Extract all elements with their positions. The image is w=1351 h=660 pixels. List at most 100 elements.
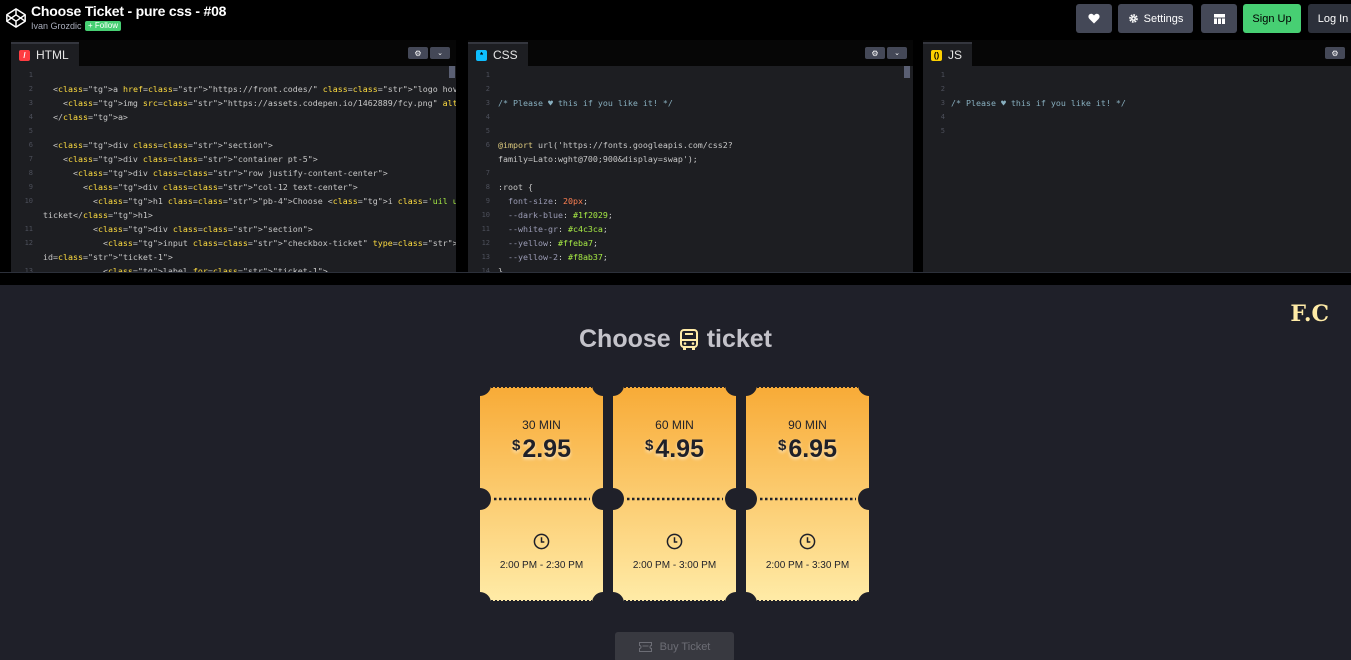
html-icon: / xyxy=(19,49,30,61)
code-line: ticket</class="tg">h1> xyxy=(43,210,153,220)
code-line: @import url('https://fonts.googleapis.co… xyxy=(498,140,733,150)
line-number: 10 xyxy=(481,211,490,219)
line-number: 2 xyxy=(940,85,945,93)
ticket-time-range: 2:00 PM - 2:30 PM xyxy=(499,560,584,571)
ticket-time-range: 2:00 PM - 3:30 PM xyxy=(765,560,850,571)
ticket-price-value: 6.95 xyxy=(788,435,837,463)
html-collapse-button[interactable]: ⌄ xyxy=(430,47,450,59)
line-number: 7 xyxy=(28,155,33,163)
pen-title: Choose Ticket - pure css - #08 xyxy=(31,3,227,19)
code-line: --yellow-2: #f8ab37; xyxy=(508,252,608,262)
code-line: <class="tg">h1 class=class="str">"pb-4">… xyxy=(43,196,456,206)
code-line: <class="tg">div class=class="str">"secti… xyxy=(43,140,273,150)
ticket-duration: 30 MIN xyxy=(522,418,561,432)
line-number: 9 xyxy=(28,183,33,191)
js-settings-button[interactable]: ⚙ xyxy=(1325,47,1345,59)
line-number: 3 xyxy=(28,99,33,107)
js-code[interactable]: 1 2 3 /* Please ♥ this if you like it! */ 4 5 xyxy=(923,66,1351,275)
line-number: 11 xyxy=(24,225,33,233)
js-editor-header: () JS ⚙ xyxy=(923,40,1351,66)
html-settings-button[interactable]: ⚙ xyxy=(408,47,428,59)
line-number: 4 xyxy=(940,113,945,121)
line-number: 1 xyxy=(485,71,490,79)
fc-logo[interactable]: F.C xyxy=(1290,301,1329,327)
html-editor-header: / HTML ⚙ ⌄ xyxy=(11,40,456,66)
line-number: 6 xyxy=(485,141,490,149)
code-line: <class="tg">div class=class="str">"row j… xyxy=(43,168,388,178)
resize-handle[interactable] xyxy=(0,272,1351,285)
ticket-option[interactable]: 90 MIN $6.95 2:00 PM - 3:30 PM xyxy=(746,385,869,603)
js-editor[interactable]: () JS ⚙ 1 2 3 /* Please ♥ this if you like … xyxy=(923,40,1351,275)
html-scrollbar[interactable] xyxy=(449,66,455,78)
editor-panes: / HTML ⚙ ⌄ 12 <class="tg">a href=class="… xyxy=(0,40,1351,275)
ticket-option[interactable]: 60 MIN $4.95 2:00 PM - 3:00 PM xyxy=(613,385,736,603)
line-number: 2 xyxy=(485,85,490,93)
log-in-button[interactable]: Log In xyxy=(1308,4,1351,33)
code-line: <class="tg">div class=class="str">"secti… xyxy=(43,224,313,234)
change-view-button[interactable] xyxy=(1201,4,1237,33)
html-editor[interactable]: / HTML ⚙ ⌄ 1 2 <class="tg">a href=class="… xyxy=(11,40,456,275)
code-line: /* Please ♥ this if you like it! */ xyxy=(498,98,673,108)
code-line: id=class="str">"ticket-1"> xyxy=(43,252,173,262)
ticket-price: $6.95 xyxy=(746,435,869,464)
settings-label: Settings xyxy=(1143,12,1184,25)
tab-js[interactable]: () JS xyxy=(923,42,973,66)
code-line: --yellow: #ffeba7; xyxy=(508,238,598,248)
page-heading: Choose ticket xyxy=(0,325,1351,354)
line-number: 5 xyxy=(485,127,490,135)
heading-text-before: Choose xyxy=(579,325,671,353)
js-icon: () xyxy=(931,49,942,61)
css-editor[interactable]: * CSS ⚙ ⌄ 1 2 3/* Please ♥ this if you lik… xyxy=(468,40,913,275)
code-line: </class="tg">a> xyxy=(43,112,128,122)
sign-up-button[interactable]: Sign Up xyxy=(1243,4,1301,33)
result-preview: F.C Choose ticket 30 MIN $2.95 2:00 PM - 2… xyxy=(0,285,1351,660)
html-code[interactable]: 1 2 <class="tg">a href=class="str">"https… xyxy=(11,66,456,275)
buy-ticket-button[interactable]: Buy Ticket xyxy=(615,632,734,660)
ticket-option[interactable]: 30 MIN $2.95 2:00 PM - 2:30 PM xyxy=(480,385,603,603)
heading-text-after: ticket xyxy=(706,325,772,353)
chevron-down-icon: ⌄ xyxy=(894,50,900,57)
heart-icon xyxy=(1088,13,1100,24)
css-scrollbar[interactable] xyxy=(904,66,910,78)
tab-css[interactable]: * CSS xyxy=(468,42,528,66)
tab-css-label: CSS xyxy=(493,48,518,62)
line-number: 1 xyxy=(28,71,33,79)
code-line: <class="tg">a href=class="str">"https://… xyxy=(43,84,456,94)
heart-button[interactable] xyxy=(1076,4,1112,33)
code-line: font-size: 20px; xyxy=(508,196,588,206)
line-number: 4 xyxy=(485,113,490,121)
code-line: <class="tg">input class=class="str">"che… xyxy=(43,238,456,248)
top-bar: Choose Ticket - pure css - #08 Ivan Groz… xyxy=(0,0,1351,40)
layout-icon xyxy=(1213,13,1225,24)
author-name[interactable]: Ivan Grozdic xyxy=(31,21,82,31)
code-line: <class="tg">img src=class="str">"https:/… xyxy=(43,98,456,108)
line-number: 12 xyxy=(481,239,490,247)
css-settings-button[interactable]: ⚙ xyxy=(865,47,885,59)
line-number: 3 xyxy=(485,99,490,107)
line-number: 9 xyxy=(485,197,490,205)
css-icon: * xyxy=(476,49,487,61)
css-code[interactable]: 1 2 3/* Please ♥ this if you like it! */4 5… xyxy=(468,66,913,275)
codepen-logo-icon[interactable] xyxy=(5,7,27,29)
code-line: <class="tg">div class=class="str">"conta… xyxy=(43,154,318,164)
gear-icon xyxy=(1128,14,1138,23)
clock-icon xyxy=(799,533,816,550)
code-line: <class="tg">div class=class="str">"col-1… xyxy=(43,182,358,192)
css-editor-header: * CSS ⚙ ⌄ xyxy=(468,40,913,66)
ticket-time-range: 2:00 PM - 3:00 PM xyxy=(632,560,717,571)
line-number: 3 xyxy=(940,99,945,107)
line-number: 7 xyxy=(485,169,490,177)
line-number: 8 xyxy=(28,169,33,177)
ticket-price: $4.95 xyxy=(613,435,736,464)
code-line: family=Lato:wght@700;900&display=swap'); xyxy=(498,154,698,164)
line-number: 2 xyxy=(28,85,33,93)
follow-button[interactable]: + Follow xyxy=(85,21,122,31)
css-collapse-button[interactable]: ⌄ xyxy=(887,47,907,59)
tab-html[interactable]: / HTML xyxy=(11,42,79,66)
code-line: :root { xyxy=(498,182,533,192)
line-number: 1 xyxy=(940,71,945,79)
ticket-duration: 60 MIN xyxy=(655,418,694,432)
tab-js-label: JS xyxy=(948,48,963,62)
ticket-price-value: 2.95 xyxy=(522,435,571,463)
settings-button[interactable]: Settings xyxy=(1118,4,1193,33)
